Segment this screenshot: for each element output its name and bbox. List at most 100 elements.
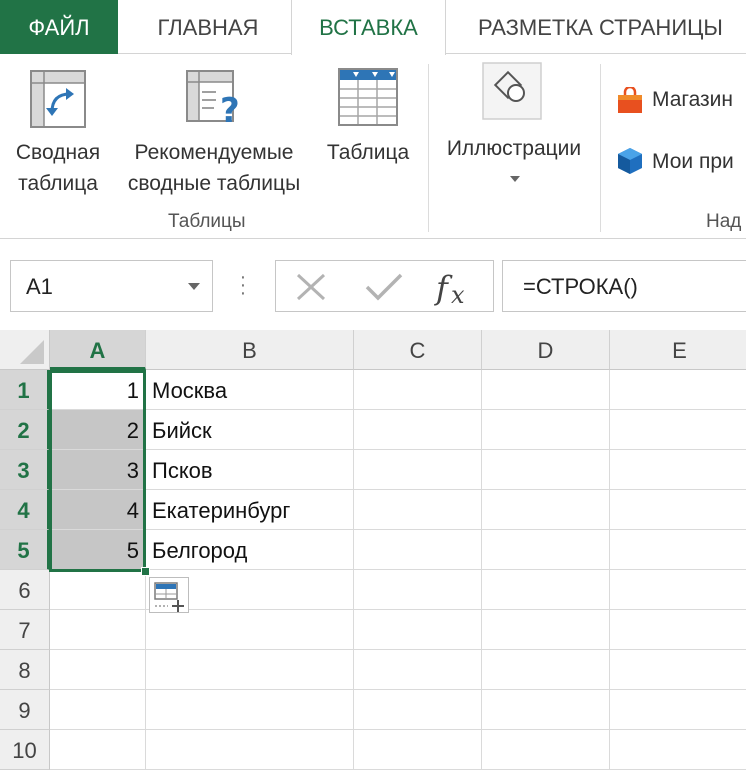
cell-c7[interactable] <box>354 610 482 650</box>
select-all-corner[interactable] <box>0 330 50 370</box>
cell-d2[interactable] <box>482 410 610 450</box>
recommended-pivot-label: Рекомендуемые сводные таблицы <box>112 137 316 199</box>
illustrations-icon <box>482 62 542 120</box>
row-header-4[interactable]: 4 <box>0 490 50 530</box>
pivot-table-icon <box>30 70 86 128</box>
cell-e6[interactable] <box>610 570 746 610</box>
row-header-1[interactable]: 1 <box>0 370 50 410</box>
store-label: Магазин <box>652 88 734 111</box>
ribbon-separator-2 <box>600 64 601 232</box>
cell-e2[interactable] <box>610 410 746 450</box>
cell-d3[interactable] <box>482 450 610 490</box>
recommended-pivot-icon: ? <box>186 70 240 130</box>
tab-page-layout[interactable]: РАЗМЕТКА СТРАНИЦЫ <box>456 0 746 54</box>
cell-e3[interactable] <box>610 450 746 490</box>
cell-a1[interactable]: 1 <box>50 370 146 410</box>
cell-e4[interactable] <box>610 490 746 530</box>
recommended-pivot-label-line1: Рекомендуемые <box>134 141 294 164</box>
cell-d8[interactable] <box>482 650 610 690</box>
cell-c2[interactable] <box>354 410 482 450</box>
name-box[interactable]: A1 <box>10 260 213 312</box>
pivot-table-label-line1: Сводная <box>15 141 101 164</box>
row-header-7[interactable]: 7 <box>0 610 50 650</box>
row-header-6[interactable]: 6 <box>0 570 50 610</box>
cell-b8[interactable] <box>146 650 354 690</box>
cell-d9[interactable] <box>482 690 610 730</box>
formula-bar-splitter-icon[interactable]: · · · <box>238 267 248 303</box>
column-header-b[interactable]: B <box>146 330 354 370</box>
quick-analysis-button[interactable] <box>149 577 189 613</box>
cell-b4[interactable]: Екатеринбург <box>146 490 354 530</box>
row-header-9[interactable]: 9 <box>0 690 50 730</box>
cell-e9[interactable] <box>610 690 746 730</box>
cell-d1[interactable] <box>482 370 610 410</box>
fill-handle[interactable] <box>141 567 150 576</box>
cell-a3[interactable]: 3 <box>50 450 146 490</box>
cell-e10[interactable] <box>610 730 746 770</box>
addins-group-label: Над <box>706 211 742 232</box>
cell-b9[interactable] <box>146 690 354 730</box>
cell-e5[interactable] <box>610 530 746 570</box>
cell-c1[interactable] <box>354 370 482 410</box>
column-header-a[interactable]: A <box>50 330 146 370</box>
cell-c5[interactable] <box>354 530 482 570</box>
cell-c8[interactable] <box>354 650 482 690</box>
name-box-dropdown-icon[interactable] <box>188 283 200 290</box>
cancel-icon[interactable] <box>294 272 328 302</box>
cell-b3[interactable]: Псков <box>146 450 354 490</box>
pivot-table-label-line2: таблица <box>18 172 98 195</box>
cell-c10[interactable] <box>354 730 482 770</box>
table-icon <box>338 68 398 126</box>
cell-a2[interactable]: 2 <box>50 410 146 450</box>
cell-a7[interactable] <box>50 610 146 650</box>
cell-c3[interactable] <box>354 450 482 490</box>
formula-input[interactable]: =СТРОКА() <box>502 260 746 312</box>
cell-c6[interactable] <box>354 570 482 610</box>
illustrations-label: Иллюстрации <box>446 137 582 160</box>
cell-b7[interactable] <box>146 610 354 650</box>
cell-d4[interactable] <box>482 490 610 530</box>
cell-c4[interactable] <box>354 490 482 530</box>
my-apps-label: Мои при <box>652 150 734 173</box>
cell-a5[interactable]: 5 <box>50 530 146 570</box>
cell-b1[interactable]: Москва <box>146 370 354 410</box>
cell-b5[interactable]: Белгород <box>146 530 354 570</box>
column-header-d[interactable]: D <box>482 330 610 370</box>
row-header-10[interactable]: 10 <box>0 730 50 770</box>
cell-d10[interactable] <box>482 730 610 770</box>
tab-file[interactable]: ФАЙЛ <box>0 0 118 54</box>
cell-d6[interactable] <box>482 570 610 610</box>
formula-bar: A1 · · · f x =СТРОКА() <box>0 240 746 330</box>
cell-a9[interactable] <box>50 690 146 730</box>
cell-e7[interactable] <box>610 610 746 650</box>
worksheet-grid[interactable]: A B C D E 1 1 Москва 2 2 Бийск 3 3 Псков 4 4 Екатеринбур… <box>0 330 746 778</box>
cell-e8[interactable] <box>610 650 746 690</box>
cell-e1[interactable] <box>610 370 746 410</box>
tab-insert[interactable]: ВСТАВКА <box>291 0 446 55</box>
name-box-value: A1 <box>26 274 53 299</box>
fx-icon[interactable]: f x <box>434 267 480 307</box>
cell-a8[interactable] <box>50 650 146 690</box>
cell-a6[interactable] <box>50 570 146 610</box>
row-header-3[interactable]: 3 <box>0 450 50 490</box>
table-label: Таблица <box>326 141 410 164</box>
column-header-c[interactable]: C <box>354 330 482 370</box>
cell-c9[interactable] <box>354 690 482 730</box>
quick-analysis-icon <box>154 582 184 612</box>
cell-b10[interactable] <box>146 730 354 770</box>
cell-a4[interactable]: 4 <box>50 490 146 530</box>
row-header-2[interactable]: 2 <box>0 410 50 450</box>
formula-buttons: f x <box>275 260 494 312</box>
pivot-table-label: Сводная таблица <box>8 137 108 199</box>
tab-home[interactable]: ГЛАВНАЯ <box>128 0 288 54</box>
column-header-e[interactable]: E <box>610 330 746 370</box>
cell-d5[interactable] <box>482 530 610 570</box>
row-header-5[interactable]: 5 <box>0 530 50 570</box>
cell-b2[interactable]: Бийск <box>146 410 354 450</box>
recommended-pivot-label-line2: сводные таблицы <box>127 172 301 195</box>
cell-a10[interactable] <box>50 730 146 770</box>
enter-icon[interactable] <box>364 272 404 302</box>
row-header-8[interactable]: 8 <box>0 650 50 690</box>
ribbon-tabs: ФАЙЛ ГЛАВНАЯ ВСТАВКА РАЗМЕТКА СТРАНИЦЫ <box>0 0 746 55</box>
cell-d7[interactable] <box>482 610 610 650</box>
